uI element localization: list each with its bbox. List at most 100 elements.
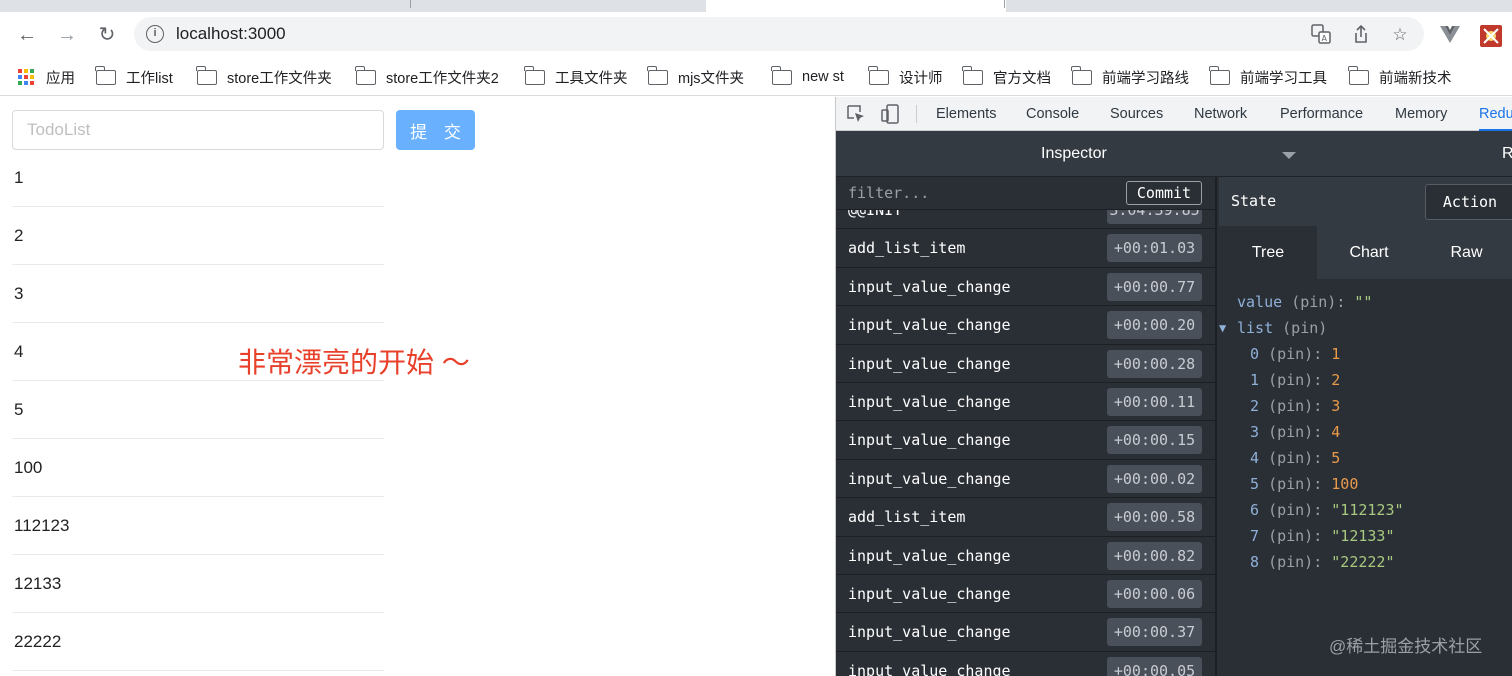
tab-network[interactable]: Network (1194, 97, 1247, 131)
list-item[interactable]: 12133 (12, 555, 384, 613)
tab-performance[interactable]: Performance (1280, 97, 1363, 131)
tree-pin[interactable]: (pin) (1268, 449, 1313, 467)
tree-row-list-item[interactable]: 0 (pin): 1 (1219, 341, 1512, 367)
tree-row-value[interactable]: value (pin): "" (1219, 289, 1512, 315)
bookmark-folder[interactable]: 前端学习工具 (1209, 58, 1327, 96)
bookmark-folder[interactable]: 官方文档 (962, 58, 1051, 96)
filter-placeholder[interactable]: filter... (848, 177, 929, 210)
action-row[interactable]: input_value_change +00:00.05 (836, 651, 1215, 676)
action-time: +00:00.11 (1107, 387, 1202, 416)
todo-input[interactable] (12, 110, 384, 150)
list-item[interactable]: 5 (12, 381, 384, 439)
tree-pin[interactable]: (pin) (1268, 475, 1313, 493)
address-url[interactable]: localhost:3000 (176, 17, 286, 51)
view-tabs: Tree Chart Raw (1219, 226, 1512, 279)
tab-raw[interactable]: Raw (1421, 226, 1512, 279)
bookmark-folder[interactable]: new st (771, 58, 844, 96)
bookmark-label: 前端新技术 (1379, 70, 1452, 87)
tree-row-list-item[interactable]: 6 (pin): "112123" (1219, 497, 1512, 523)
action-row[interactable]: input_value_change +00:00.82 (836, 536, 1215, 575)
bookmark-folder[interactable]: 工作list (95, 58, 173, 96)
annotation-text: 非常漂亮的开始 ～ (238, 347, 470, 378)
tab-memory[interactable]: Memory (1395, 97, 1447, 131)
folder-icon (962, 65, 983, 85)
action-row[interactable]: add_list_item +00:00.58 (836, 498, 1215, 537)
bookmark-folder[interactable]: mjs文件夹 (647, 58, 744, 96)
active-tab[interactable] (706, 0, 1006, 12)
bookmark-folder[interactable]: store工作文件夹2 (355, 58, 499, 96)
action-row[interactable]: input_value_change +00:00.02 (836, 459, 1215, 499)
tree-row-list-item[interactable]: 5 (pin): 100 (1219, 471, 1512, 497)
tree-value: 100 (1331, 475, 1359, 493)
bookmark-label: 应用 (46, 70, 75, 87)
submit-button[interactable]: 提 交 (396, 110, 475, 150)
inspector-dropdown[interactable]: Inspector (1041, 131, 1107, 177)
bookmark-folder[interactable]: 工具文件夹 (524, 58, 628, 96)
tree-pin[interactable]: (pin) (1291, 293, 1336, 311)
list-item[interactable]: 2 (12, 207, 384, 265)
tree-row-list-item[interactable]: 1 (pin): 2 (1219, 367, 1512, 393)
tree-pin[interactable]: (pin) (1268, 345, 1313, 363)
redux-right-label[interactable]: R (1502, 131, 1512, 177)
action-row[interactable]: input_value_change +00:00.15 (836, 421, 1215, 460)
tree-pin[interactable]: (pin) (1268, 501, 1313, 519)
inspect-element-icon[interactable] (846, 104, 866, 124)
tree-pin[interactable]: (pin) (1268, 527, 1313, 545)
bookmark-folder[interactable]: 前端新技术 (1348, 58, 1452, 96)
expand-arrow-icon[interactable]: ▼ (1219, 315, 1226, 341)
list-item[interactable]: 3 (12, 265, 384, 323)
action-row[interactable]: input_value_change +00:00.11 (836, 382, 1215, 422)
tree-pin[interactable]: (pin) (1268, 553, 1313, 571)
tree-index: 1 (1250, 371, 1260, 389)
back-icon[interactable]: ← (14, 22, 40, 48)
devtools-tab-bar: Elements Console Sources Network Perform… (836, 97, 1512, 131)
device-toolbar-icon[interactable] (880, 104, 900, 124)
bookmark-folder[interactable]: 设计师 (868, 58, 943, 96)
tab-tree[interactable]: Tree (1219, 226, 1317, 279)
reload-icon[interactable]: ↻ (94, 22, 120, 48)
site-info-icon[interactable]: i (146, 25, 164, 43)
tree-pin[interactable]: (pin) (1282, 319, 1327, 337)
forward-icon[interactable]: → (54, 22, 80, 48)
bookmark-folder[interactable]: store工作文件夹 (196, 58, 332, 96)
list-item[interactable]: 22222 (12, 613, 384, 671)
action-row[interactable]: input_value_change +00:00.06 (836, 574, 1215, 614)
list-item[interactable]: 1 (12, 149, 384, 207)
vue-devtools-icon[interactable] (1439, 25, 1461, 47)
commit-button[interactable]: Commit (1126, 181, 1202, 205)
tree-pin[interactable]: (pin) (1268, 371, 1313, 389)
list-item[interactable]: 112123 (12, 497, 384, 555)
bookmark-apps[interactable]: 应用 (18, 58, 75, 96)
tree-value: 5 (1331, 449, 1341, 467)
bookmark-star-icon[interactable]: ☆ (1389, 24, 1411, 46)
todo-page: 提 交 1 2 3 4 5 100 112123 12133 22222 非常漂… (0, 97, 835, 676)
tab-console[interactable]: Console (1026, 97, 1079, 131)
tree-row-list-item[interactable]: 4 (pin): 5 (1219, 445, 1512, 471)
tree-row-list[interactable]: ▼ list (pin) (1219, 315, 1512, 341)
tree-row-list-item[interactable]: 7 (pin): "12133" (1219, 523, 1512, 549)
tree-row-list-item[interactable]: 3 (pin): 4 (1219, 419, 1512, 445)
bookmark-folder[interactable]: 前端学习路线 (1071, 58, 1189, 96)
tab-sources[interactable]: Sources (1110, 97, 1163, 131)
action-row[interactable]: input_value_change +00:00.37 (836, 613, 1215, 652)
extension-icon[interactable] (1480, 25, 1502, 47)
tree-row-list-item[interactable]: 2 (pin): 3 (1219, 393, 1512, 419)
translate-icon[interactable]: A (1310, 24, 1332, 46)
tree-pin[interactable]: (pin) (1268, 397, 1313, 415)
share-icon[interactable] (1350, 24, 1372, 46)
tree-row-list-item[interactable]: 8 (pin): "22222" (1219, 549, 1512, 575)
action-button[interactable]: Action (1425, 184, 1512, 220)
list-item[interactable]: 100 (12, 439, 384, 497)
tab-chart[interactable]: Chart (1317, 226, 1421, 279)
browser-window: ← → ↻ i localhost:3000 A ☆ 应用 工作list sto… (0, 0, 1512, 676)
action-row[interactable]: input_value_change +00:00.28 (836, 344, 1215, 383)
action-row[interactable]: input_value_change +00:00.20 (836, 306, 1215, 345)
action-row[interactable]: input_value_change +00:00.77 (836, 267, 1215, 307)
chevron-down-icon[interactable] (1282, 152, 1296, 159)
action-row[interactable]: add_list_item +00:01.03 (836, 229, 1215, 268)
tab-redux[interactable]: Redu (1479, 97, 1512, 131)
state-pane: State Action Tree Chart Raw value (pin):… (1219, 177, 1512, 676)
address-bar[interactable]: i localhost:3000 A ☆ (134, 17, 1424, 51)
tree-pin[interactable]: (pin) (1268, 423, 1313, 441)
tab-elements[interactable]: Elements (936, 97, 996, 131)
